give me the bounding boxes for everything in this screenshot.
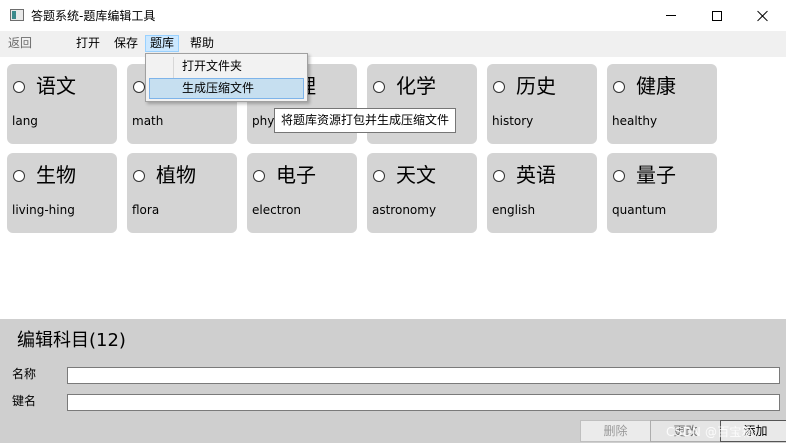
subject-name: 英语 (516, 163, 556, 187)
subject-card-english[interactable]: 英语 english (487, 153, 597, 233)
maximize-button[interactable] (694, 0, 740, 31)
subject-key: english (492, 203, 536, 217)
subject-key: lang (12, 114, 38, 128)
menu-help[interactable]: 帮助 (187, 36, 217, 53)
subject-radio[interactable] (493, 81, 505, 93)
subject-key: living-hing (12, 203, 75, 217)
subject-card-electron[interactable]: 电子 electron (247, 153, 357, 233)
window-title: 答题系统-题库编辑工具 (31, 9, 156, 23)
subject-key: math (132, 114, 164, 128)
maximize-icon (712, 10, 722, 21)
menu-question-bank[interactable]: 题库 (145, 35, 180, 52)
subject-radio[interactable] (493, 170, 505, 182)
subject-name: 健康 (636, 74, 676, 98)
subject-key: astronomy (372, 203, 437, 217)
subject-name: 语文 (36, 74, 76, 98)
subject-key: electron (252, 203, 302, 217)
subject-card-history[interactable]: 历史 history (487, 64, 597, 144)
menu-item-make-zip[interactable]: 生成压缩文件 (149, 78, 304, 99)
subject-radio[interactable] (613, 170, 625, 182)
subject-radio[interactable] (373, 81, 385, 93)
title-bar: 答题系统-题库编辑工具 (0, 0, 786, 31)
delete-button[interactable]: 删除 (580, 420, 651, 442)
menu-item-open-folder[interactable]: 打开文件夹 (149, 57, 304, 78)
close-button[interactable] (740, 0, 786, 31)
subject-card-astronomy[interactable]: 天文 astronomy (367, 153, 477, 233)
name-label: 名称 (12, 367, 37, 381)
subject-key: flora (132, 203, 160, 217)
subject-card-quantum[interactable]: 量子 quantum (607, 153, 717, 233)
subject-grid: 语文 lang 数学 math 物理 physics 化学 chemistry … (0, 57, 786, 319)
name-input[interactable] (67, 367, 780, 384)
app-window-icon (10, 9, 24, 21)
subject-key: healthy (612, 114, 658, 128)
subject-name: 电子 (276, 163, 316, 187)
menu-open[interactable]: 打开 (73, 36, 103, 53)
subject-radio[interactable] (133, 81, 145, 93)
minimize-button[interactable] (648, 0, 694, 31)
key-label: 键名 (12, 394, 37, 408)
subject-name: 植物 (156, 163, 196, 187)
question-bank-dropdown: 打开文件夹 生成压缩文件 (145, 53, 308, 102)
subject-card-flora[interactable]: 植物 flora (127, 153, 237, 233)
app-window: 答题系统-题库编辑工具 返回 打开 保存 题库 帮助 语文 lang 数学 ma… (0, 0, 786, 443)
subject-card-lang[interactable]: 语文 lang (7, 64, 117, 144)
subject-radio[interactable] (613, 81, 625, 93)
subject-radio[interactable] (13, 81, 25, 93)
subject-name: 生物 (36, 163, 76, 187)
close-icon (757, 10, 769, 22)
subject-radio[interactable] (133, 170, 145, 182)
panel-title: 编辑科目(12) (17, 330, 126, 351)
subject-name: 量子 (636, 163, 676, 187)
subject-name: 历史 (516, 74, 556, 98)
subject-radio[interactable] (373, 170, 385, 182)
tooltip: 将题库资源打包并生成压缩文件 (274, 108, 456, 133)
subject-name: 化学 (396, 74, 436, 98)
menu-bar: 返回 打开 保存 题库 帮助 (0, 31, 786, 57)
menu-back[interactable]: 返回 (5, 36, 35, 53)
minimize-icon (666, 15, 676, 16)
subject-radio[interactable] (13, 170, 25, 182)
subject-radio[interactable] (253, 170, 265, 182)
subject-key: history (492, 114, 534, 128)
watermark-text: CSDN @百宝箱 (666, 425, 754, 439)
subject-key: quantum (612, 203, 667, 217)
subject-name: 天文 (396, 163, 436, 187)
subject-card-living-hing[interactable]: 生物 living-hing (7, 153, 117, 233)
subject-card-healthy[interactable]: 健康 healthy (607, 64, 717, 144)
menu-save[interactable]: 保存 (111, 36, 141, 53)
key-input[interactable] (67, 394, 780, 411)
edit-panel: 编辑科目(12) 名称 键名 删除 更改 添加 CSDN @百宝箱 (0, 319, 786, 443)
